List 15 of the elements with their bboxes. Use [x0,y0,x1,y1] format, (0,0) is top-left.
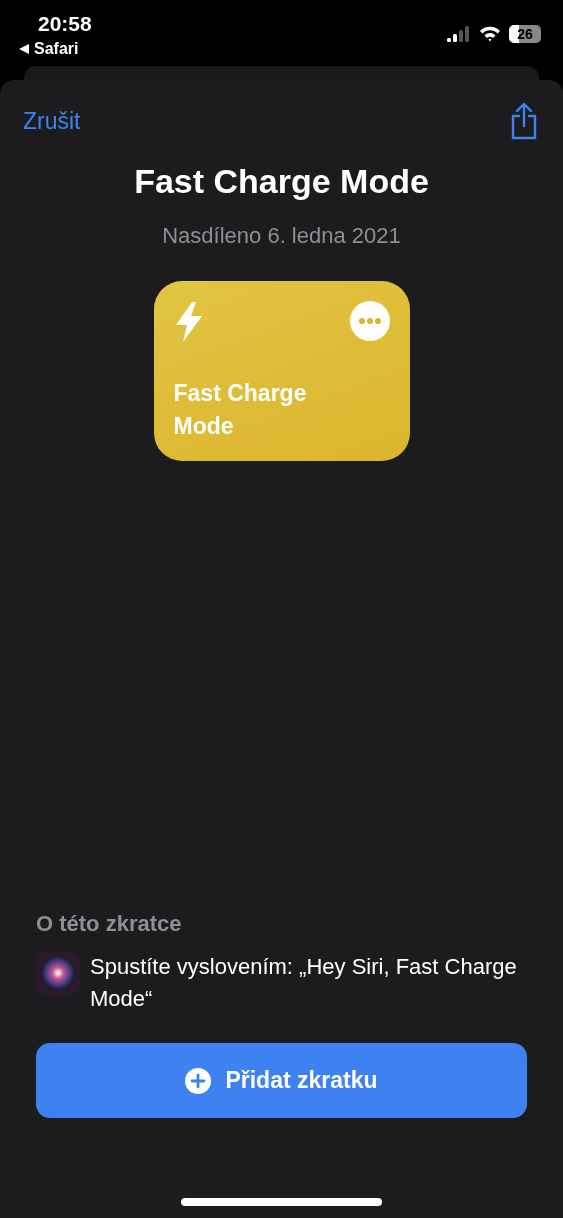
plus-circle-icon [185,1067,212,1094]
signal-icon [447,26,471,42]
shared-date: Nasdíleno 6. ledna 2021 [162,223,401,249]
siri-icon [36,951,80,995]
lightning-bolt-icon [173,301,204,343]
status-time: 20:58 [38,12,92,36]
shortcut-title: Fast Charge Mode [134,162,429,201]
back-to-app-link[interactable]: Safari [18,40,79,58]
add-shortcut-button[interactable]: Přidat zkratku [36,1043,527,1118]
card-shortcut-name: Fast Charge Mode [173,379,308,441]
cancel-link[interactable]: Zrušit [23,107,81,135]
wifi-icon [479,26,501,42]
siri-phrase: Spustíte vyslovením: „Hey Siri, Fast Charge Mode“ [90,953,518,1013]
back-triangle-icon [18,43,30,55]
about-heading: O této zkratce [36,911,183,937]
